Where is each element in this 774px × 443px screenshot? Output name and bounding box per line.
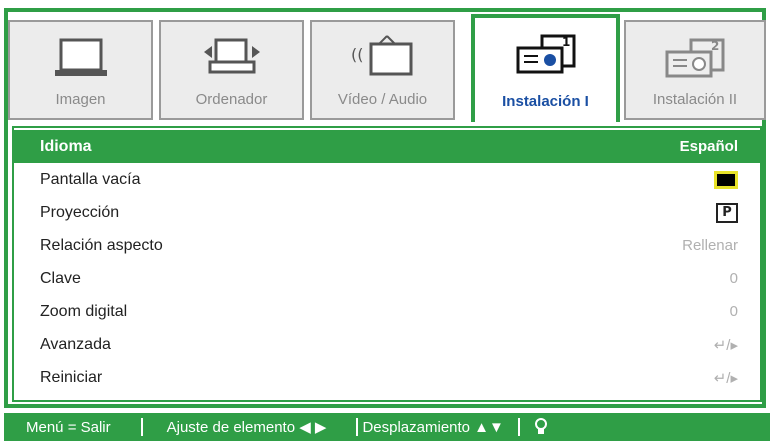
svg-text:((: (( [351, 45, 363, 64]
svg-text:1: 1 [562, 35, 570, 49]
tab-label: Instalación I [502, 93, 589, 110]
blank-screen-swatch [714, 170, 738, 189]
video-audio-icon: (( [351, 35, 412, 76]
tab-ordenador[interactable]: Ordenador [159, 20, 304, 120]
menu-item-value: Rellenar [682, 237, 738, 254]
projector-icon: 1 [516, 34, 575, 74]
menu-item-value: 0 [729, 303, 738, 320]
tab-video-audio[interactable]: (( Vídeo / Audio [310, 20, 455, 120]
menu-item-idioma[interactable]: Idioma Español [14, 130, 760, 163]
menu-item-reiniciar[interactable]: Reiniciar ↵/▸ [14, 361, 760, 394]
tab-label: Vídeo / Audio [337, 91, 428, 108]
svg-text:2: 2 [711, 39, 719, 53]
menu-item-label: Reiniciar [40, 368, 103, 386]
computer-icon [203, 38, 260, 74]
menu-item-value: 0 [729, 270, 738, 287]
tab-label: Instalación II [652, 91, 738, 108]
tab-label: Imagen [55, 91, 106, 108]
menu-item-pantalla-vacia[interactable]: Pantalla vacía [14, 163, 760, 196]
menu-item-proyeccion[interactable]: Proyección P [14, 196, 760, 229]
tab-imagen[interactable]: Imagen [8, 20, 153, 120]
tab-instalacion-1[interactable]: 1 Instalación I [471, 14, 620, 122]
menu-item-label: Zoom digital [40, 302, 128, 320]
menu-item-value: Español [679, 138, 738, 155]
menu-item-clave[interactable]: Clave 0 [14, 262, 760, 295]
monitor-icon [54, 38, 107, 76]
menu-item-avanzada[interactable]: Avanzada ↵/▸ [14, 328, 760, 361]
status-divider [140, 418, 143, 436]
status-divider [517, 418, 520, 436]
status-bar: Menú = Salir Ajuste de elemento ◀ ▶ Desp… [4, 413, 770, 441]
menu-item-label: Clave [40, 269, 81, 287]
status-adjust: Ajuste de elemento ◀ ▶ [166, 419, 327, 436]
menu-item-zoom-digital[interactable]: Zoom digital 0 [14, 295, 760, 328]
menu-item-label: Relación aspecto [40, 236, 163, 254]
projector-2-icon: 2 [665, 38, 725, 78]
status-scroll: Desplazamiento ▲▼ [362, 418, 504, 436]
tab-label: Ordenador [195, 91, 268, 108]
menu-item-label: Avanzada [40, 335, 111, 353]
menu-item-label: Pantalla vacía [40, 170, 141, 188]
enter-arrow-icon: ↵/▸ [713, 369, 738, 387]
lamp-icon [534, 418, 547, 434]
status-divider [356, 418, 359, 436]
settings-menu: Idioma Español Pantalla vacía Proyección… [12, 126, 762, 402]
tab-instalacion-2[interactable]: 2 Instalación II [624, 20, 766, 120]
status-menu-exit: Menú = Salir [26, 418, 111, 436]
menu-item-relacion-aspecto[interactable]: Relación aspecto Rellenar [14, 229, 760, 262]
tab-strip: Imagen Ordenador (( Vídeo / Audio 1 Inst… [8, 14, 766, 122]
projection-swatch: P [716, 202, 738, 223]
enter-arrow-icon: ↵/▸ [713, 336, 738, 354]
menu-item-label: Proyección [40, 203, 120, 221]
menu-item-label: Idioma [40, 137, 92, 155]
